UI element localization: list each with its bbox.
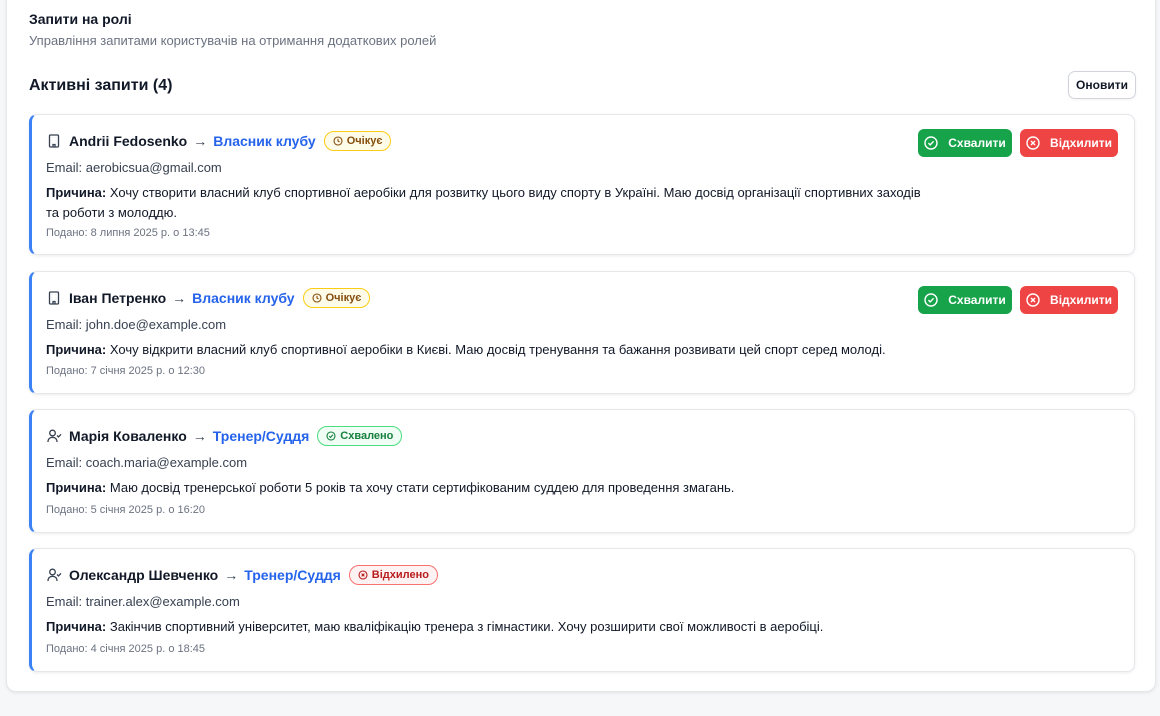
reason-prefix: Причина: (46, 480, 107, 495)
request-reason: Причина: Закінчив спортивний університет… (46, 617, 926, 637)
active-requests-heading: Активні запити (4) (29, 77, 173, 94)
reason-prefix: Причина: (46, 619, 107, 634)
submitted-date: Подано: 8 липня 2025 р. о 13:45 (46, 227, 210, 239)
reason-text: Маю досвід тренерської роботи 5 років та… (109, 480, 735, 495)
email-value: aerobicsua@gmail.com (85, 160, 222, 175)
email-value: trainer.alex@example.com (85, 594, 240, 609)
x-circle-icon (358, 570, 368, 580)
requester-email: Email: john.doe@example.com (46, 317, 226, 332)
check-circle-icon (924, 136, 938, 150)
user-check-icon (46, 567, 62, 583)
status-label: Очікує (346, 135, 383, 147)
page-title: Запити на ролі (29, 11, 132, 27)
role-requests-panel: Запити на ролі Управління запитами корис… (6, 0, 1156, 692)
x-circle-icon (1026, 293, 1040, 307)
requested-role: Власник клубу (192, 290, 295, 306)
approve-label: Схвалити (948, 136, 1006, 150)
request-header: Іван Петренко → Власник клубу Очікує (46, 286, 371, 310)
status-badge: Очікує (302, 288, 371, 308)
request-header: Олександр Шевченко → Тренер/Суддя Відхил… (46, 563, 438, 587)
request-header: Andrii Fedosenko → Власник клубу Очікує (46, 129, 392, 153)
building-icon (46, 290, 62, 306)
status-label: Схвалено (340, 430, 394, 442)
email-value: john.doe@example.com (85, 317, 227, 332)
page-subtitle: Управління запитами користувачів на отри… (29, 33, 437, 48)
requester-email: Email: aerobicsua@gmail.com (46, 160, 222, 175)
arrow-separator: → (193, 133, 208, 149)
reject-label: Відхилити (1050, 293, 1112, 307)
requester-email: Email: trainer.alex@example.com (46, 594, 240, 609)
approve-button[interactable]: Схвалити (918, 286, 1012, 314)
email-prefix: Email: (46, 160, 86, 175)
email-prefix: Email: (46, 317, 86, 332)
reason-text: Закінчив спортивний університет, маю ква… (109, 619, 824, 634)
x-circle-icon (1026, 136, 1040, 150)
reject-button[interactable]: Відхилити (1020, 129, 1118, 157)
status-badge: Відхилено (348, 565, 438, 585)
requester-name: Олександр Шевченко (69, 567, 219, 583)
request-card: Марія Коваленко → Тренер/Суддя Схвалено … (29, 409, 1135, 533)
requester-email: Email: coach.maria@example.com (46, 455, 247, 470)
building-icon (46, 133, 62, 149)
arrow-separator: → (172, 290, 187, 306)
clock-icon (333, 136, 343, 146)
email-prefix: Email: (46, 455, 86, 470)
approve-label: Схвалити (948, 293, 1006, 307)
request-header: Марія Коваленко → Тренер/Суддя Схвалено (46, 424, 403, 448)
request-card: Олександр Шевченко → Тренер/Суддя Відхил… (29, 548, 1135, 672)
reject-button[interactable]: Відхилити (1020, 286, 1118, 314)
reason-prefix: Причина: (46, 342, 107, 357)
check-circle-icon (924, 293, 938, 307)
reason-text: Хочу відкрити власний клуб спортивної ае… (109, 342, 886, 357)
email-prefix: Email: (46, 594, 86, 609)
check-circle-icon (326, 431, 336, 441)
request-card: Іван Петренко → Власник клубу Очікує Ema… (29, 271, 1135, 394)
status-badge: Очікує (323, 131, 392, 151)
requested-role: Тренер/Суддя (244, 567, 341, 583)
requested-role: Власник клубу (213, 133, 316, 149)
requester-name: Іван Петренко (69, 290, 167, 306)
request-reason: Причина: Маю досвід тренерської роботи 5… (46, 478, 926, 498)
reject-label: Відхилити (1050, 136, 1112, 150)
request-card: Andrii Fedosenko → Власник клубу Очікує … (29, 114, 1135, 255)
user-check-icon (46, 428, 62, 444)
status-label: Відхилено (371, 569, 429, 581)
request-reason: Причина: Хочу відкрити власний клуб спор… (46, 340, 926, 360)
requested-role: Тренер/Суддя (212, 428, 310, 444)
status-label: Очікує (325, 292, 362, 304)
arrow-separator: → (224, 567, 239, 583)
status-badge: Схвалено (317, 426, 403, 446)
email-value: coach.maria@example.com (85, 455, 248, 470)
approve-button[interactable]: Схвалити (918, 129, 1012, 157)
submitted-date: Подано: 4 січня 2025 р. о 18:45 (46, 643, 206, 655)
requester-name: Марія Коваленко (69, 428, 187, 444)
reason-text: Хочу створити власний клуб спортивної ае… (46, 185, 921, 220)
request-reason: Причина: Хочу створити власний клуб спор… (46, 183, 926, 223)
clock-icon (312, 293, 322, 303)
submitted-date: Подано: 5 січня 2025 р. о 16:20 (46, 504, 206, 516)
refresh-button[interactable]: Оновити (1068, 71, 1136, 99)
submitted-date: Подано: 7 січня 2025 р. о 12:30 (46, 365, 206, 377)
arrow-separator: → (192, 428, 207, 444)
reason-prefix: Причина: (46, 185, 107, 200)
requester-name: Andrii Fedosenko (69, 133, 188, 149)
